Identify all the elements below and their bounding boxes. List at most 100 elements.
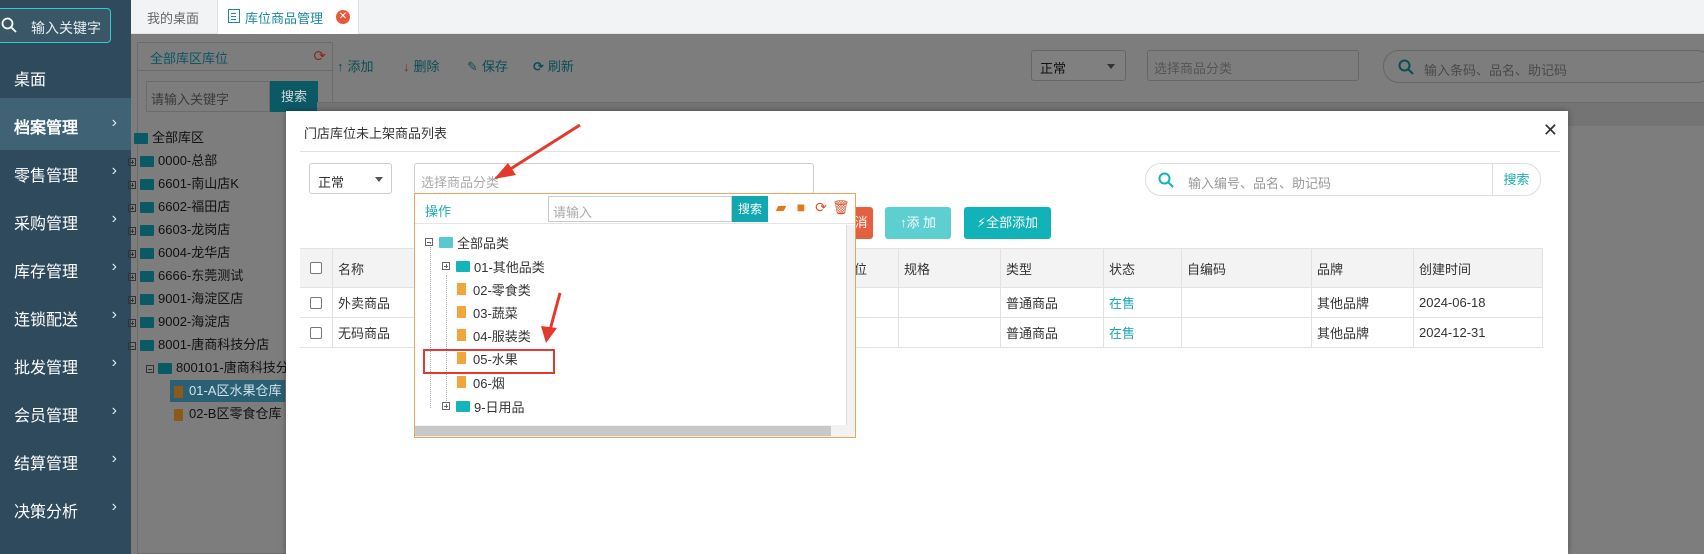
tree-node[interactable]: 6666-东莞测试 [128, 265, 243, 287]
expand-icon[interactable] [128, 180, 136, 189]
nav-item-desktop[interactable]: 桌面 [0, 50, 131, 102]
sidebar: 输入关键字 桌面 档案管理 › 零售管理 › 采购管理 › 库存管理 › 连锁配送 › 批… [0, 0, 131, 554]
cell-spec [899, 318, 1001, 347]
category-dropdown: 操作 请输入 搜索 ▰ ■ ⟳ 🗑 全部品类 01-其他品类 02-零食类 03… [414, 193, 856, 438]
column-header[interactable]: 规格 [899, 249, 1001, 287]
category-node[interactable]: 03-蔬菜 [457, 301, 518, 323]
arrow-up-icon: ↑ [337, 59, 344, 74]
product-search-input[interactable]: 输入条码、品名、助记码 [1383, 50, 1704, 83]
folder-open-icon[interactable]: ▰ [773, 200, 789, 214]
folder-icon[interactable]: ■ [793, 200, 809, 214]
category-node[interactable]: 06-烟 [457, 371, 505, 393]
tree-node-label: 06-烟 [473, 375, 505, 391]
refresh-icon[interactable]: ⟳ [813, 200, 829, 214]
vertical-scrollbar[interactable] [846, 225, 855, 425]
tab-location-goods[interactable]: 库位商品管理 ✕ [217, 0, 359, 34]
tree-node[interactable]: 9001-海淀区店 [128, 288, 243, 310]
nav-label: 批发管理 [14, 360, 79, 377]
column-header[interactable]: 品牌 [1312, 249, 1414, 287]
nav-item-analysis[interactable]: 决策分析 › [0, 482, 131, 534]
expand-icon[interactable] [442, 402, 450, 410]
tree-node-label: 6602-福田店 [158, 199, 231, 214]
delete-button[interactable]: ↓ 删除 [403, 56, 440, 75]
tree-node[interactable]: 6603-龙岗店 [128, 219, 230, 241]
sidebar-search-input[interactable]: 输入关键字 [0, 8, 111, 43]
tree-node[interactable]: 6601-南山店K [128, 173, 239, 195]
horizontal-scrollbar[interactable] [415, 425, 855, 437]
refresh-button[interactable]: ⟳ 刷新 [533, 56, 574, 75]
location-search-button[interactable]: 搜索 [270, 81, 318, 112]
column-header[interactable]: 类型 [1001, 249, 1104, 287]
category-node[interactable]: 02-零食类 [457, 278, 531, 300]
nav-item-member[interactable]: 会员管理 › [0, 386, 131, 438]
trash-icon[interactable]: 🗑 [832, 200, 850, 214]
nav-item-purchase[interactable]: 采购管理 › [0, 194, 131, 246]
location-search-input[interactable]: 请输入关键字 [146, 81, 270, 112]
scrollbar-thumb[interactable] [415, 426, 831, 436]
nav-label: 会员管理 [14, 408, 79, 425]
add-all-button[interactable]: ⚡全部添加 [964, 207, 1051, 239]
tree-node[interactable]: 800101-唐商科技分 [146, 357, 289, 379]
tree-guide-line [430, 243, 431, 408]
search-icon [1, 17, 17, 33]
category-search-button[interactable]: 搜索 [732, 196, 768, 222]
tree-node[interactable]: 02-B区零食仓库 [174, 403, 281, 425]
modal-category-select[interactable]: 选择商品分类 [414, 163, 814, 194]
collapse-icon[interactable] [128, 341, 136, 350]
expand-icon[interactable] [128, 272, 136, 281]
expand-icon[interactable] [128, 318, 136, 327]
dropdown-toolbar: 操作 请输入 搜索 ▰ ■ ⟳ 🗑 [415, 194, 855, 224]
panel-header: 全部库区库位 ⟳ [138, 43, 334, 71]
close-icon[interactable]: ✕ [1543, 120, 1558, 141]
select-all-checkbox[interactable] [310, 262, 322, 274]
column-header[interactable]: 自编码 [1182, 249, 1312, 287]
column-header[interactable]: 创建时间 [1414, 249, 1543, 287]
add-button[interactable]: ↑ 添加 [337, 56, 374, 75]
nav-item-settlement[interactable]: 结算管理 › [0, 434, 131, 486]
category-node[interactable]: 01-其他品类 [442, 255, 545, 277]
modal-search-button[interactable]: 搜索 [1492, 164, 1540, 195]
row-checkbox[interactable] [310, 326, 322, 339]
close-tab-icon[interactable]: ✕ [336, 10, 350, 24]
select-value: 正常 [318, 175, 345, 190]
category-node-root[interactable]: 全部品类 [425, 231, 509, 253]
category-node[interactable]: 04-服装类 [457, 324, 531, 346]
tree-node[interactable]: 6602-福田店 [128, 196, 230, 218]
tree-node[interactable]: 0000-总部 [128, 150, 217, 172]
operation-label: 操作 [425, 204, 452, 219]
cell-unit [849, 288, 899, 317]
expand-icon[interactable] [128, 157, 136, 166]
category-node[interactable]: 9-日用品 [442, 395, 525, 417]
expand-icon[interactable] [128, 226, 136, 235]
column-header[interactable]: 位 [849, 249, 899, 287]
modal-search-input[interactable]: 输入编号、品名、助记码 搜索 [1145, 163, 1541, 196]
category-select[interactable]: 选择商品分类 [1147, 50, 1359, 81]
chevron-right-icon: › [111, 114, 117, 131]
expand-icon[interactable] [442, 262, 450, 270]
tree-node-selected[interactable]: 01-A区水果仓库 [170, 380, 286, 402]
tab-my-desktop[interactable]: 我的桌面 [135, 0, 217, 34]
expand-icon[interactable] [128, 203, 136, 212]
expand-icon[interactable] [128, 295, 136, 304]
collapse-icon[interactable] [425, 238, 433, 246]
tree-node[interactable]: 全部库区 [134, 127, 204, 149]
column-header[interactable]: 状态 [1104, 249, 1182, 287]
nav-item-inventory[interactable]: 库存管理 › [0, 242, 131, 294]
tree-node-label: 04-服装类 [473, 328, 531, 344]
add-button[interactable]: ↑添 加 [885, 207, 951, 239]
category-filter-input[interactable]: 请输入 [548, 196, 732, 222]
modal-status-select[interactable]: 正常 [309, 163, 392, 194]
tree-node[interactable]: 8001-唐商科技分店 [128, 334, 269, 356]
collapse-icon[interactable] [146, 364, 154, 373]
nav-item-archive[interactable]: 档案管理 › [0, 98, 131, 150]
nav-item-retail[interactable]: 零售管理 › [0, 146, 131, 198]
expand-icon[interactable] [128, 249, 136, 258]
tree-node-label: 6603-龙岗店 [158, 222, 231, 237]
tree-node[interactable]: 6004-龙华店 [128, 242, 230, 264]
nav-item-wholesale[interactable]: 批发管理 › [0, 338, 131, 390]
save-button[interactable]: ✎ 保存 [467, 56, 508, 75]
tree-node[interactable]: 9002-海淀店 [128, 311, 230, 333]
nav-item-chain[interactable]: 连锁配送 › [0, 290, 131, 342]
status-select[interactable]: 正常 [1031, 50, 1126, 81]
row-checkbox[interactable] [310, 296, 322, 309]
